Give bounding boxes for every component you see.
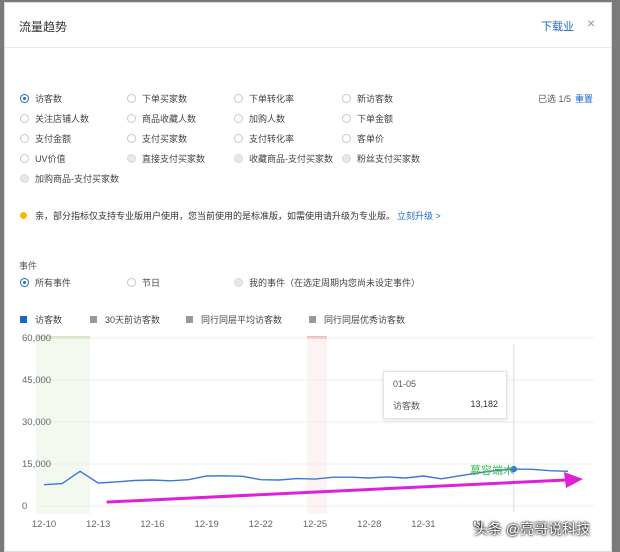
x-tick-label: 12-19 (194, 519, 218, 530)
trend-chart: 0 15,000 30,000 45,000 60,000 12-10 12-13 12-16… (22, 333, 594, 530)
y-tick-label: 30,000 (22, 417, 51, 428)
y-tick-label: 45,000 (22, 375, 51, 386)
annotation-arrowhead-icon (564, 472, 583, 488)
x-tick-label: 12-10 (32, 519, 56, 530)
x-tick-label: 12-28 (357, 519, 381, 530)
x-tick-label: 12-22 (249, 519, 273, 530)
x-tick-label: 12-31 (411, 519, 435, 530)
green-watermark: 慕容端木 (470, 465, 514, 477)
x-tick-label: 12-13 (86, 519, 110, 530)
tooltip-date: 01-05 (393, 379, 417, 389)
annotation-arrow (106, 478, 568, 504)
tooltip-value: 13,182 (470, 399, 498, 409)
x-tick-label: 12-25 (303, 519, 327, 530)
tooltip-metric: 访客数 (393, 401, 421, 411)
y-tick-label: 15,000 (22, 459, 51, 470)
y-tick-label: 60,000 (22, 333, 51, 344)
y-tick-label: 0 (22, 501, 27, 512)
corner-watermark: 头条 @亮哥说科技 (474, 521, 591, 537)
x-tick-label: 12-16 (140, 519, 164, 530)
chart-tooltip: 01-05 访客数 13,182 (383, 371, 507, 419)
event-band (307, 338, 327, 514)
